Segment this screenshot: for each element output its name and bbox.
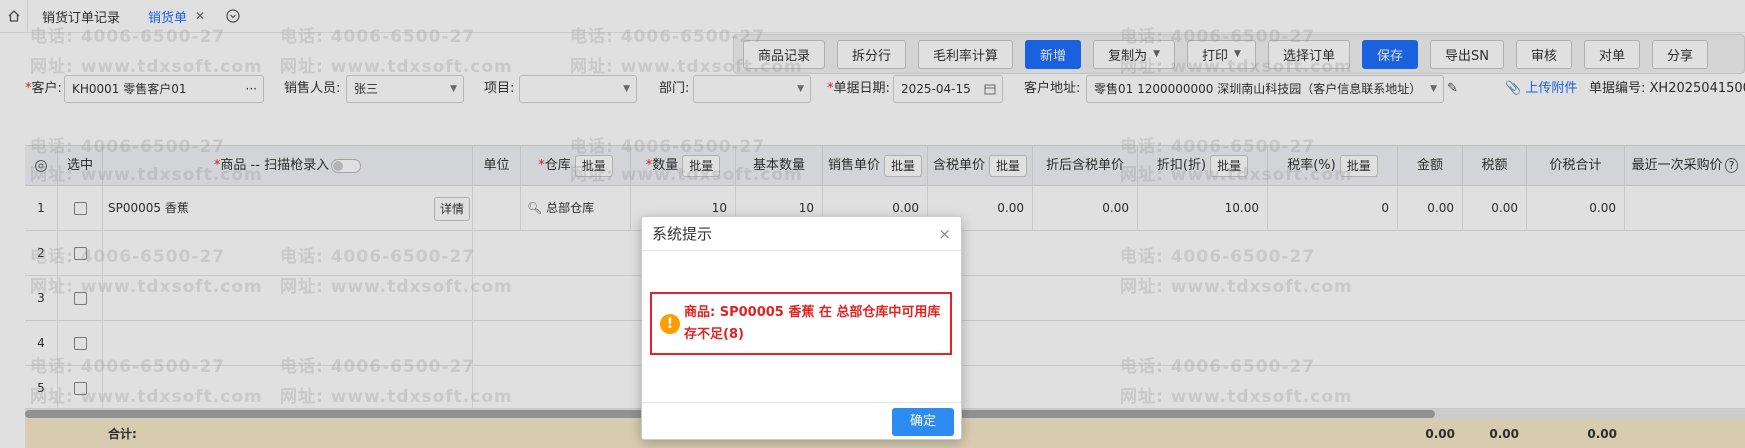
system-alert-dialog: 系统提示 × ! 商品: SP00005 香蕉 在 总部仓库中可用库存不足(8)… xyxy=(641,216,962,440)
dialog-footer: 确定 xyxy=(642,402,961,440)
close-icon[interactable]: × xyxy=(938,217,951,251)
dialog-message: ! 商品: SP00005 香蕉 在 总部仓库中可用库存不足(8) xyxy=(650,292,952,355)
ok-button[interactable]: 确定 xyxy=(892,408,954,436)
dialog-title: 系统提示 × xyxy=(642,217,961,251)
dialog-message-text: 商品: SP00005 香蕉 在 总部仓库中可用库存不足(8) xyxy=(684,305,941,342)
warning-icon: ! xyxy=(660,314,680,334)
